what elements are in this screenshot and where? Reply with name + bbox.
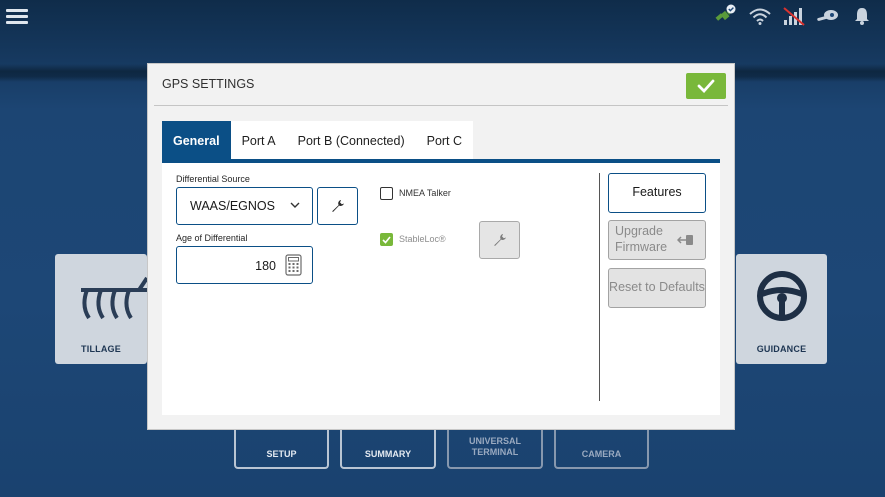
panel-divider — [599, 173, 600, 401]
differential-source-settings-button[interactable] — [317, 187, 358, 225]
status-bar — [713, 3, 875, 29]
summary-button[interactable]: SUMMARY — [340, 429, 436, 469]
tab-bar: General Port A Port B (Connected) Port C — [162, 121, 474, 160]
wrench-icon — [493, 234, 506, 246]
guidance-tile[interactable]: GUIDANCE — [736, 254, 827, 364]
gps-settings-dialog: GPS SETTINGS General Port A Port B (Conn… — [147, 63, 735, 430]
differential-source-value: WAAS/EGNOS — [190, 199, 275, 213]
setup-button[interactable]: SETUP — [234, 429, 329, 469]
bell-icon[interactable] — [849, 4, 875, 28]
differential-source-label: Differential Source — [176, 174, 250, 184]
tab-port-b[interactable]: Port B (Connected) — [287, 121, 416, 160]
steering-wheel-icon — [757, 271, 807, 321]
universal-terminal-button[interactable]: UNIVERSAL TERMINAL — [447, 429, 543, 469]
stableloc-label: StableLoc® — [399, 234, 446, 244]
features-button[interactable]: Features — [608, 173, 706, 213]
sensor-icon[interactable] — [815, 4, 841, 28]
usb-plug-icon — [677, 235, 693, 245]
upgrade-firmware-button[interactable]: Upgrade Firmware — [608, 220, 706, 260]
reset-defaults-button[interactable]: Reset to Defaults — [608, 268, 706, 308]
tillage-icon — [81, 276, 147, 320]
calculator-icon[interactable] — [285, 254, 302, 276]
differential-source-select[interactable]: WAAS/EGNOS — [176, 187, 313, 225]
chevron-down-icon — [290, 202, 300, 208]
confirm-button[interactable] — [686, 73, 726, 99]
age-of-differential-value: 180 — [255, 259, 276, 273]
stableloc-checkbox[interactable] — [380, 233, 393, 246]
general-panel: Differential Source WAAS/EGNOS Age of Di… — [162, 163, 720, 415]
age-of-differential-label: Age of Differential — [176, 233, 248, 243]
camera-button[interactable]: CAMERA — [554, 429, 649, 469]
wifi-icon[interactable] — [747, 4, 773, 28]
nmea-talker-checkbox[interactable] — [380, 187, 393, 200]
nmea-talker-label: NMEA Talker — [399, 188, 451, 198]
tillage-tile[interactable]: TILLAGE — [55, 254, 147, 364]
checkmark-icon — [382, 235, 391, 244]
tab-port-c[interactable]: Port C — [416, 121, 473, 160]
stableloc-settings-button[interactable] — [479, 221, 520, 259]
wrench-icon — [331, 200, 344, 212]
satellite-check-icon[interactable] — [713, 4, 739, 28]
age-of-differential-input[interactable]: 180 — [176, 246, 313, 284]
checkmark-icon — [697, 79, 715, 93]
title-divider — [154, 105, 728, 106]
upgrade-firmware-label: Upgrade Firmware — [615, 224, 668, 254]
tile-label-guidance: GUIDANCE — [756, 344, 807, 354]
tile-label-tillage: TILLAGE — [81, 344, 121, 354]
dialog-title: GPS SETTINGS — [162, 77, 255, 91]
tab-general[interactable]: General — [162, 121, 231, 160]
tab-port-a[interactable]: Port A — [231, 121, 287, 160]
menu-icon[interactable] — [6, 6, 28, 24]
cellular-no-signal-icon[interactable] — [781, 4, 807, 28]
